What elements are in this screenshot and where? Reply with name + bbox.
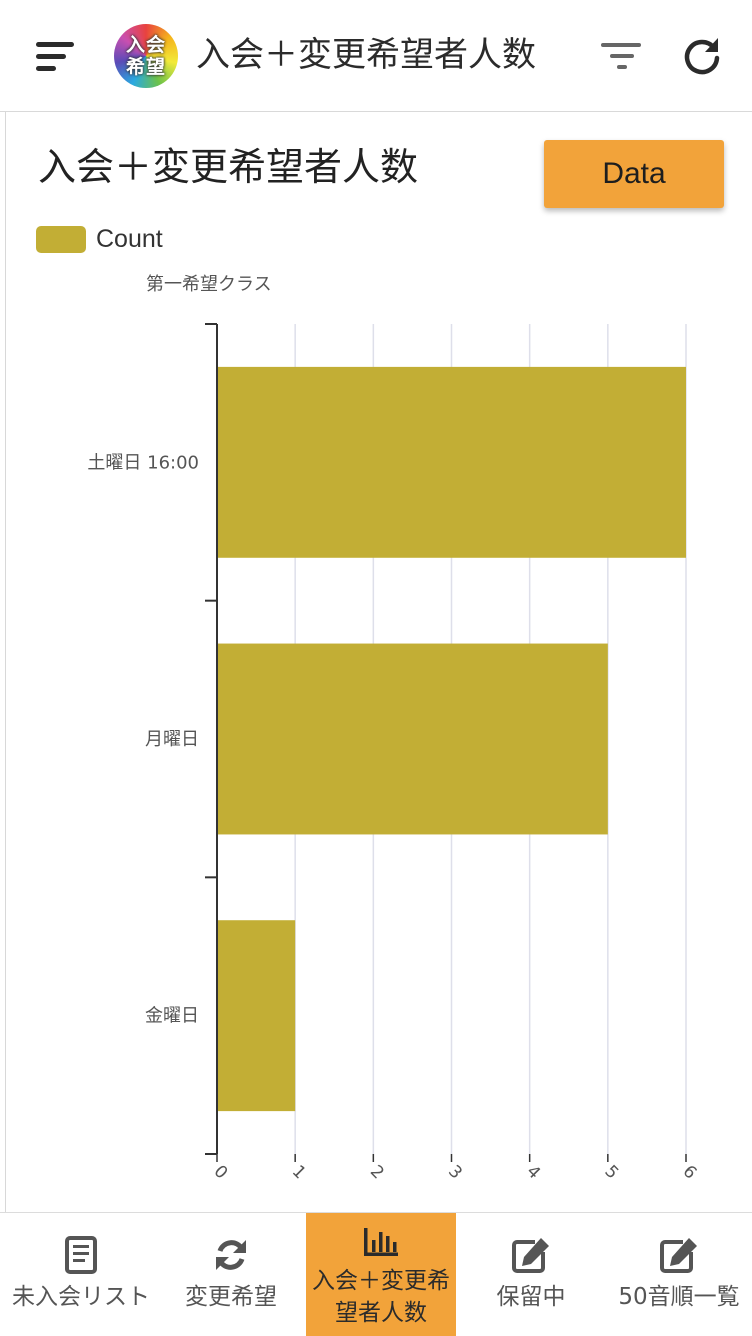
y-tick-label: 土曜日 16:00 <box>87 452 199 473</box>
nav-label-change-request: 変更希望 <box>185 1284 277 1310</box>
header-title: 入会＋変更希望者人数 <box>196 35 536 75</box>
x-tick-label: 5 <box>600 1162 622 1184</box>
book-icon <box>61 1235 101 1275</box>
legend-swatch-count <box>36 226 86 253</box>
logo-text-line2: 希望 <box>125 56 166 78</box>
logo-text-line1: 入会 <box>125 34 166 56</box>
app-header: 入会 希望 入会＋変更希望者人数 <box>0 0 752 112</box>
bottom-nav: 未入会リスト 変更希望 入会＋変更希望者人数 保留中 50音順一覧 <box>0 1212 752 1336</box>
bar-2 <box>217 920 296 1112</box>
x-tick-label: 6 <box>679 1162 701 1184</box>
nav-label-kana-order-list: 50音順一覧 <box>618 1284 740 1310</box>
nav-item-kana-order-list[interactable]: 50音順一覧 <box>606 1213 752 1336</box>
refresh-icon[interactable] <box>680 34 724 78</box>
bar-chart-icon <box>361 1225 401 1259</box>
nav-label-applicant-count: 入会＋変更希望者人数 <box>312 1268 450 1326</box>
nav-label-unenrolled-list: 未入会リスト <box>12 1284 150 1310</box>
legend-label-count: Count <box>96 225 163 253</box>
app-logo: 入会 希望 <box>114 24 178 88</box>
bar-chart: 土曜日 16:00 月曜日金曜日 0 1 2 3 4 5 6 <box>87 323 701 1184</box>
x-tick-label: 3 <box>444 1162 466 1184</box>
x-tick-label: 1 <box>288 1162 310 1184</box>
menu-icon[interactable] <box>36 42 76 72</box>
nav-item-on-hold[interactable]: 保留中 <box>456 1213 606 1336</box>
nav-item-unenrolled-list[interactable]: 未入会リスト <box>6 1213 156 1336</box>
bar-0 <box>217 366 686 558</box>
sync-icon <box>211 1235 251 1275</box>
nav-item-change-request[interactable]: 変更希望 <box>156 1213 306 1336</box>
data-button[interactable]: Data <box>544 140 724 208</box>
edit-icon <box>659 1235 699 1275</box>
edit-icon <box>511 1235 551 1275</box>
y-tick-label: 月曜日 <box>145 729 199 750</box>
page-title: 入会＋変更希望者人数 <box>38 145 419 189</box>
x-tick-label: 2 <box>366 1162 388 1184</box>
y-tick-label: 金曜日 <box>145 1006 199 1027</box>
filter-icon[interactable] <box>600 40 644 72</box>
nav-item-applicant-count[interactable]: 入会＋変更希望者人数 <box>306 1213 456 1336</box>
nav-label-on-hold: 保留中 <box>496 1284 566 1310</box>
x-tick-label: 4 <box>522 1162 544 1184</box>
x-tick-label: 0 <box>210 1162 232 1184</box>
y-axis-title: 第一希望クラス <box>146 274 272 295</box>
bar-1 <box>217 643 608 835</box>
